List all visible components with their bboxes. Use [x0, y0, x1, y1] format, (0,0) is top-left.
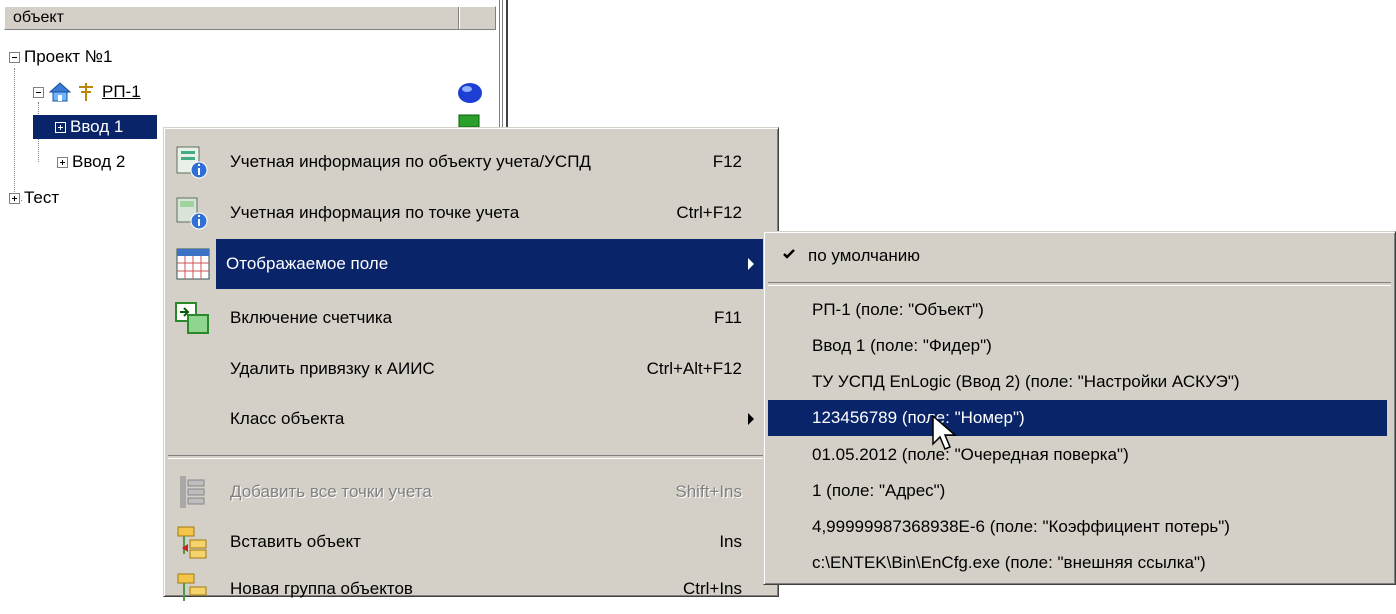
insert-object-icon — [170, 522, 214, 562]
menu-item-label: Класс объекта — [230, 409, 345, 428]
menu-item-label: Добавить все точки учета — [230, 482, 432, 501]
submenu-arrow-icon — [748, 258, 754, 270]
submenu-item-feeder-field[interactable]: Ввод 1 (поле: "Фидер") — [768, 328, 1387, 364]
menu-item-display-field[interactable]: Отображаемое поле — [216, 239, 774, 289]
menu-item-point-info[interactable]: Учетная информация по точке учета Ctrl+F… — [168, 188, 774, 238]
tree-line — [14, 68, 15, 200]
menu-item-shortcut: Ctrl+F12 — [676, 203, 742, 222]
submenu-item-askue-field[interactable]: ТУ УСПД EnLogic (Ввод 2) (поле: "Настрой… — [768, 364, 1387, 400]
submenu-arrow-icon — [748, 413, 754, 425]
mouse-cursor-icon — [932, 414, 958, 450]
menu-item-shortcut: Ins — [719, 532, 742, 551]
submenu-item-label: ТУ УСПД EnLogic (Ввод 2) (поле: "Настрой… — [812, 372, 1240, 391]
menu-item-shortcut: Shift+Ins — [675, 482, 742, 501]
menu-item-label: Учетная информация по точке учета — [230, 203, 520, 222]
expand-icon[interactable] — [57, 156, 68, 168]
submenu-item-default[interactable]: по умолчанию — [768, 238, 1387, 274]
submenu-item-label: 1 (поле: "Адрес") — [812, 481, 946, 500]
expand-icon[interactable] — [55, 121, 66, 133]
submenu-item-label: 4,99999987368938E-6 (поле: "Коэффициент … — [812, 517, 1230, 536]
tree-node-label: Проект №1 — [24, 47, 113, 66]
menu-item-shortcut: Ctrl+Alt+F12 — [646, 359, 742, 378]
menu-item-label: Удалить привязку к АИИС — [230, 359, 435, 378]
grid-table-icon — [170, 239, 216, 289]
menu-separator — [168, 455, 774, 459]
meter-on-icon — [458, 114, 480, 128]
meter-info-icon — [170, 193, 214, 233]
menu-item-shortcut: F12 — [712, 152, 742, 171]
checkmark-icon — [783, 249, 795, 259]
tree-node-rp[interactable]: РП-1 — [33, 81, 141, 103]
submenu-item-number-field[interactable]: 123456789 (поле: "Номер") — [768, 400, 1387, 436]
submenu-item-label: 01.05.2012 (поле: "Очередная поверка") — [812, 445, 1129, 464]
tree-header-label: объект — [13, 9, 64, 26]
menu-item-label: Отображаемое поле — [226, 254, 389, 273]
submenu-item-label: 123456789 (поле: "Номер") — [812, 408, 1025, 427]
column-separator[interactable] — [458, 7, 460, 29]
menu-item-new-object-group[interactable]: Новая группа объектов Ctrl+Ins — [168, 564, 774, 614]
menu-item-label: Включение счетчика — [230, 308, 393, 327]
menu-item-shortcut: F11 — [713, 308, 742, 327]
submenu-item-label: по умолчанию — [808, 246, 920, 265]
tree-node-project[interactable]: Проект №1 — [9, 46, 112, 68]
submenu-item-address-field[interactable]: 1 (поле: "Адрес") — [768, 473, 1387, 509]
menu-item-object-info[interactable]: Учетная информация по объекту учета/УСПД… — [168, 137, 774, 187]
display-field-submenu: по умолчанию РП-1 (поле: "Объект") Ввод … — [763, 231, 1396, 585]
tree-column-header[interactable]: объект — [4, 6, 496, 30]
submenu-item-external-link-field[interactable]: c:\ENTEK\Bin\EnCfg.exe (поле: "внешняя с… — [768, 545, 1387, 581]
submenu-item-loss-coef-field[interactable]: 4,99999987368938E-6 (поле: "Коэффициент … — [768, 509, 1387, 545]
collapse-icon[interactable] — [33, 86, 44, 98]
info-card-icon — [170, 142, 214, 182]
tree-node-label: Тест — [24, 188, 60, 207]
menu-item-insert-object[interactable]: Вставить объект Ins — [168, 517, 774, 567]
submenu-item-object-field[interactable]: РП-1 (поле: "Объект") — [768, 292, 1387, 328]
menu-item-shortcut: Ctrl+Ins — [682, 579, 742, 598]
menu-item-label: Новая группа объектов — [230, 579, 413, 598]
submenu-item-verification-field[interactable]: 01.05.2012 (поле: "Очередная поверка") — [768, 437, 1387, 473]
tree-node-label: РП-1 — [102, 82, 141, 101]
tree-node-label: Ввод 2 — [72, 152, 126, 171]
submenu-item-label: c:\ENTEK\Bin\EnCfg.exe (поле: "внешняя с… — [812, 553, 1206, 572]
context-menu: Учетная информация по объекту учета/УСПД… — [163, 127, 779, 601]
house-icon — [48, 82, 72, 102]
tree-node-test[interactable]: Тест — [9, 187, 59, 209]
power-pole-icon — [79, 83, 93, 101]
collapse-icon[interactable] — [9, 51, 20, 63]
tree-node-vvod2[interactable]: Ввод 2 — [57, 151, 125, 173]
tree-node-label: Ввод 1 — [70, 117, 124, 136]
submenu-item-label: РП-1 (поле: "Объект") — [812, 300, 984, 319]
menu-separator — [768, 282, 1391, 286]
menu-item-label: Учетная информация по объекту учета/УСПД — [230, 152, 591, 171]
menu-item-object-class[interactable]: Класс объекта — [168, 394, 774, 444]
new-group-icon — [170, 569, 214, 609]
menu-item-label: Вставить объект — [230, 532, 361, 551]
tree-add-icon — [170, 472, 214, 512]
device-status-icon — [458, 83, 482, 103]
submenu-item-label: Ввод 1 (поле: "Фидер") — [812, 336, 992, 355]
menu-item-add-all-points[interactable]: Добавить все точки учета Shift+Ins — [168, 467, 774, 517]
meter-switch-icon — [170, 298, 214, 338]
tree-node-vvod1[interactable]: Ввод 1 — [33, 115, 157, 139]
expand-icon[interactable] — [9, 192, 20, 204]
menu-item-remove-aiis-link[interactable]: Удалить привязку к АИИС Ctrl+Alt+F12 — [168, 344, 774, 394]
menu-item-meter-enable[interactable]: Включение счетчика F11 — [168, 293, 774, 343]
